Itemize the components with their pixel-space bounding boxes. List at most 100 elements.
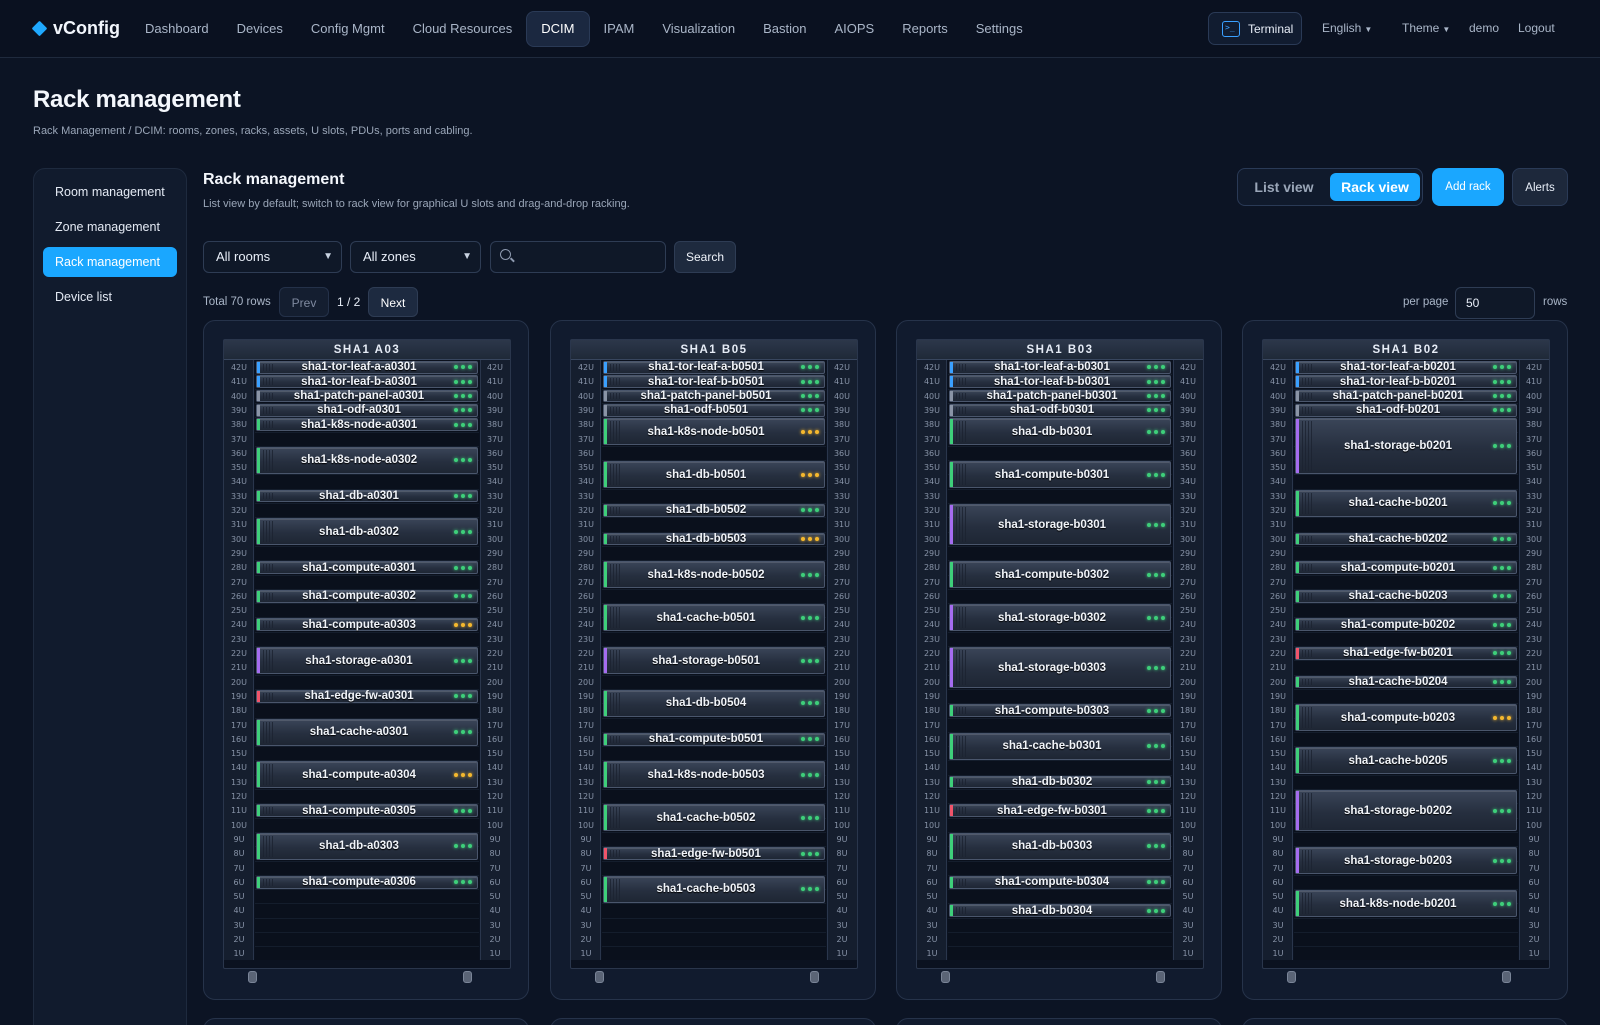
rack-device[interactable]: sha1-k8s-node-b0501 [603,418,825,446]
rack-device[interactable]: sha1-storage-b0202 [1295,790,1517,832]
rack-device[interactable]: sha1-cache-b0202 [1295,532,1517,546]
rack-device[interactable]: sha1-k8s-node-b0502 [603,561,825,589]
sidebar-item-zone-management[interactable]: Zone management [43,212,177,242]
rack-device[interactable]: sha1-compute-b0501 [603,732,825,746]
rack-device[interactable]: sha1-edge-fw-b0301 [949,804,1171,818]
theme-dropdown[interactable]: Theme ▼ [1402,21,1450,35]
rack-view-button[interactable]: Rack view [1330,173,1420,201]
rack-device[interactable]: sha1-storage-b0303 [949,647,1171,689]
rack-device[interactable]: sha1-storage-b0501 [603,647,825,675]
rack-device[interactable]: sha1-cache-b0201 [1295,489,1517,517]
terminal-button[interactable]: >_ Terminal [1208,12,1302,45]
rack-device[interactable]: sha1-db-b0501 [603,461,825,489]
rack-device[interactable]: sha1-k8s-node-a0302 [256,446,478,474]
rack-device[interactable]: sha1-db-b0504 [603,689,825,717]
rack-device[interactable]: sha1-cache-b0502 [603,804,825,832]
room-select[interactable]: All rooms ▼ [203,241,342,273]
rack-device[interactable]: sha1-storage-b0201 [1295,418,1517,474]
logout-link[interactable]: Logout [1518,21,1555,35]
rack-device[interactable]: sha1-edge-fw-b0501 [603,847,825,860]
rack-device[interactable]: sha1-edge-fw-a0301 [256,689,478,703]
rack-device[interactable]: sha1-k8s-node-a0301 [256,418,478,431]
rack-name[interactable]: SHA1 B05 [571,340,857,360]
rack-device[interactable]: sha1-db-b0301 [949,418,1171,446]
nav-item-config-mgmt[interactable]: Config Mgmt [297,11,399,47]
rack-device[interactable]: sha1-patch-panel-b0501 [603,389,825,403]
sidebar-item-rack-management[interactable]: Rack management [43,247,177,277]
search-button[interactable]: Search [674,241,736,273]
sidebar-item-device-list[interactable]: Device list [43,282,177,312]
rack-device[interactable]: sha1-patch-panel-b0201 [1295,389,1517,403]
rack-device[interactable]: sha1-db-b0503 [603,532,825,546]
rack-device[interactable]: sha1-compute-b0302 [949,561,1171,589]
nav-item-dashboard[interactable]: Dashboard [131,11,223,47]
search-input[interactable] [519,246,659,268]
prev-page-button[interactable]: Prev [279,287,329,317]
rack-device[interactable]: sha1-compute-a0306 [256,875,478,889]
nav-item-visualization[interactable]: Visualization [648,11,749,47]
alerts-button[interactable]: Alerts [1512,168,1568,206]
rack-device[interactable]: sha1-storage-b0203 [1295,847,1517,875]
rack-device[interactable]: sha1-compute-a0304 [256,761,478,789]
rack-device[interactable]: sha1-cache-b0501 [603,604,825,632]
rack-device[interactable]: sha1-storage-b0302 [949,604,1171,632]
nav-item-reports[interactable]: Reports [888,11,962,47]
rack-device[interactable]: sha1-k8s-node-b0503 [603,761,825,789]
rack-device[interactable]: sha1-storage-b0301 [949,504,1171,546]
rack-device[interactable]: sha1-compute-a0302 [256,589,478,603]
rack-device[interactable]: sha1-cache-b0503 [603,875,825,903]
rack-device[interactable]: sha1-odf-b0201 [1295,403,1517,417]
nav-item-ipam[interactable]: IPAM [590,11,649,47]
rack-device[interactable]: sha1-patch-panel-b0301 [949,389,1171,403]
rack-device[interactable]: sha1-db-a0302 [256,518,478,546]
rack-device[interactable]: sha1-odf-a0301 [256,403,478,417]
rack-device[interactable]: sha1-db-b0302 [949,775,1171,789]
rack-device[interactable]: sha1-edge-fw-b0201 [1295,647,1517,660]
rack-device[interactable]: sha1-tor-leaf-a-a0301 [256,361,478,374]
nav-item-settings[interactable]: Settings [962,11,1037,47]
brand[interactable]: vConfig [31,18,120,39]
nav-item-aiops[interactable]: AIOPS [820,11,888,47]
rack-device[interactable]: sha1-odf-b0501 [603,403,825,417]
nav-item-devices[interactable]: Devices [223,11,297,47]
rack-device[interactable]: sha1-compute-a0303 [256,618,478,632]
rack-device[interactable]: sha1-db-b0502 [603,504,825,517]
nav-item-dcim[interactable]: DCIM [526,11,590,47]
user-name[interactable]: demo [1469,21,1499,35]
rack-device[interactable]: sha1-k8s-node-b0201 [1295,890,1517,918]
rack-device[interactable]: sha1-compute-b0201 [1295,561,1517,574]
nav-item-cloud-resources[interactable]: Cloud Resources [399,11,527,47]
sidebar-item-room-management[interactable]: Room management [43,177,177,207]
zone-select[interactable]: All zones ▼ [350,241,481,273]
rack-device[interactable]: sha1-tor-leaf-b-a0301 [256,375,478,389]
rack-device[interactable]: sha1-cache-b0301 [949,732,1171,760]
rack-device[interactable]: sha1-db-a0303 [256,832,478,860]
rack-device[interactable]: sha1-patch-panel-a0301 [256,389,478,403]
next-page-button[interactable]: Next [368,287,418,317]
rack-device[interactable]: sha1-db-a0301 [256,489,478,503]
nav-item-bastion[interactable]: Bastion [749,11,820,47]
rack-device[interactable]: sha1-cache-a0301 [256,718,478,746]
rack-device[interactable]: sha1-cache-b0204 [1295,675,1517,689]
rack-device[interactable]: sha1-compute-a0301 [256,561,478,574]
rack-device[interactable]: sha1-tor-leaf-b-b0301 [949,375,1171,389]
rack-device[interactable]: sha1-storage-a0301 [256,647,478,675]
rack-device[interactable]: sha1-cache-b0205 [1295,747,1517,775]
rack-name[interactable]: SHA1 A03 [224,340,510,360]
language-dropdown[interactable]: English ▼ [1322,21,1372,35]
rack-device[interactable]: sha1-tor-leaf-b-b0201 [1295,375,1517,389]
rack-device[interactable]: sha1-db-b0304 [949,904,1171,918]
rack-device[interactable]: sha1-db-b0303 [949,832,1171,860]
rack-device[interactable]: sha1-compute-b0202 [1295,618,1517,632]
rack-device[interactable]: sha1-tor-leaf-b-b0501 [603,375,825,389]
add-rack-button[interactable]: Add rack [1432,168,1504,206]
rack-name[interactable]: SHA1 B02 [1263,340,1549,360]
rack-device[interactable]: sha1-compute-b0304 [949,875,1171,889]
rack-device[interactable]: sha1-tor-leaf-a-b0501 [603,361,825,374]
rack-device[interactable]: sha1-compute-a0305 [256,804,478,818]
rack-device[interactable]: sha1-tor-leaf-a-b0201 [1295,361,1517,374]
rack-device[interactable]: sha1-odf-b0301 [949,403,1171,417]
rack-device[interactable]: sha1-compute-b0303 [949,704,1171,717]
list-view-button[interactable]: List view [1244,173,1324,201]
rack-device[interactable]: sha1-cache-b0203 [1295,589,1517,603]
